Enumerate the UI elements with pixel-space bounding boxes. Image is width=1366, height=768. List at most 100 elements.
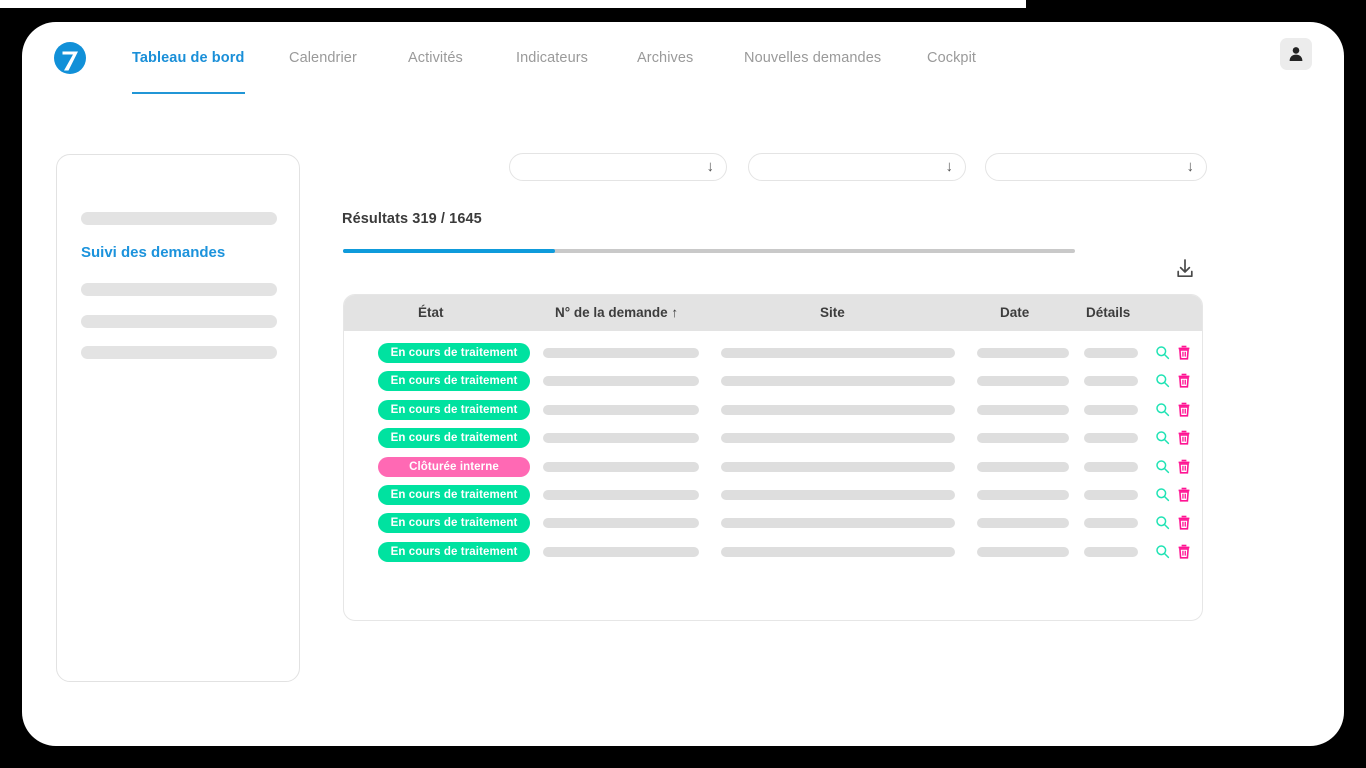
table-row[interactable]: En cours de traitement bbox=[344, 426, 1202, 454]
row-delete-button[interactable] bbox=[1177, 515, 1191, 530]
search-icon bbox=[1156, 545, 1170, 558]
status-badge[interactable]: En cours de traitement bbox=[378, 371, 530, 392]
row-delete-button[interactable] bbox=[1177, 459, 1191, 474]
trash-icon bbox=[1178, 402, 1190, 417]
row-delete-button[interactable] bbox=[1177, 544, 1191, 559]
cell-placeholder-numero bbox=[543, 404, 699, 415]
trash-icon bbox=[1178, 374, 1190, 388]
row-search-button[interactable] bbox=[1155, 544, 1170, 559]
cell-placeholder-numero bbox=[543, 490, 699, 500]
table-header-etat[interactable]: État bbox=[418, 305, 444, 320]
row-search-button[interactable] bbox=[1155, 459, 1170, 474]
cell-placeholder-details bbox=[1084, 461, 1138, 472]
screen: Tableau de bord Calendrier Activités Indica… bbox=[0, 0, 1366, 768]
filter-dropdown-2[interactable]: ↓ bbox=[748, 153, 966, 181]
status-badge[interactable]: En cours de traitement bbox=[378, 513, 530, 534]
results-progress-fill bbox=[343, 249, 556, 253]
trash-icon bbox=[1178, 459, 1190, 474]
cell-placeholder-date bbox=[977, 518, 1069, 529]
status-badge[interactable]: Clôturée interne bbox=[378, 456, 530, 477]
filter-dropdown-3[interactable]: ↓ bbox=[985, 153, 1207, 181]
table-header-date[interactable]: Date bbox=[1000, 305, 1029, 320]
user-avatar-button[interactable] bbox=[1280, 38, 1312, 70]
top-navigation: Tableau de bord Calendrier Activités Indica… bbox=[22, 22, 1344, 94]
status-badge[interactable]: En cours de traitement bbox=[378, 399, 530, 420]
cell-placeholder-details bbox=[1084, 433, 1138, 444]
cell-placeholder-numero bbox=[543, 518, 699, 529]
trash-icon bbox=[1178, 345, 1190, 360]
table-header-numero[interactable]: N° de la demande ↑ bbox=[555, 305, 678, 320]
status-badge[interactable]: En cours de traitement bbox=[378, 343, 530, 363]
search-icon bbox=[1156, 346, 1170, 360]
seven-logo-icon[interactable] bbox=[50, 37, 90, 77]
cell-placeholder-date bbox=[977, 376, 1069, 387]
row-delete-button[interactable] bbox=[1177, 402, 1191, 417]
cell-placeholder-numero bbox=[543, 546, 699, 557]
cell-placeholder-details bbox=[1084, 348, 1138, 358]
nav-item-indicateurs[interactable]: Indicateurs bbox=[516, 50, 588, 66]
arrow-down-icon: ↓ bbox=[945, 158, 954, 175]
sidebar-placeholder-item[interactable] bbox=[81, 346, 277, 359]
search-icon bbox=[1156, 516, 1170, 530]
nav-item-calendrier[interactable]: Calendrier bbox=[289, 50, 357, 66]
cell-placeholder-numero bbox=[543, 376, 699, 387]
search-icon bbox=[1156, 374, 1170, 388]
sidebar-item-suivi-des-demandes[interactable]: Suivi des demandes bbox=[81, 244, 225, 261]
nav-item-tableau-de-bord[interactable]: Tableau de bord bbox=[132, 50, 244, 66]
table-header-site[interactable]: Site bbox=[820, 305, 845, 320]
row-search-button[interactable] bbox=[1155, 487, 1170, 502]
cell-placeholder-site bbox=[721, 518, 955, 529]
cell-placeholder-site bbox=[721, 404, 955, 415]
nav-item-cockpit[interactable]: Cockpit bbox=[927, 50, 976, 66]
active-tab-underline bbox=[132, 92, 245, 94]
row-search-button[interactable] bbox=[1155, 515, 1170, 530]
cell-placeholder-date bbox=[977, 461, 1069, 472]
table-row[interactable]: En cours de traitement bbox=[344, 341, 1202, 369]
nav-item-archives[interactable]: Archives bbox=[637, 50, 693, 66]
row-search-button[interactable] bbox=[1155, 430, 1170, 445]
row-delete-button[interactable] bbox=[1177, 430, 1191, 445]
row-delete-button[interactable] bbox=[1177, 345, 1191, 360]
cell-placeholder-details bbox=[1084, 404, 1138, 415]
row-search-button[interactable] bbox=[1155, 373, 1170, 388]
table-header-details[interactable]: Détails bbox=[1086, 305, 1130, 320]
row-delete-button[interactable] bbox=[1177, 373, 1191, 388]
sidebar-placeholder-item[interactable] bbox=[81, 283, 277, 296]
table-row[interactable]: En cours de traitement bbox=[344, 398, 1202, 426]
filter-dropdown-1[interactable]: ↓ bbox=[509, 153, 727, 181]
search-icon bbox=[1156, 459, 1170, 473]
download-button[interactable] bbox=[1172, 256, 1198, 282]
results-table: État N° de la demande ↑ Site Date Détails En… bbox=[343, 294, 1203, 621]
sidebar-placeholder-item[interactable] bbox=[81, 212, 277, 225]
nav-item-nouvelles-demandes[interactable]: Nouvelles demandes bbox=[744, 50, 881, 66]
cell-placeholder-date bbox=[977, 546, 1069, 557]
status-badge[interactable]: En cours de traitement bbox=[378, 541, 530, 562]
table-row[interactable]: En cours de traitement bbox=[344, 511, 1202, 539]
nav-item-activit-s[interactable]: Activités bbox=[408, 50, 463, 66]
trash-icon bbox=[1178, 487, 1190, 502]
results-count-label: Résultats 319 / 1645 bbox=[342, 211, 482, 227]
cell-placeholder-site bbox=[721, 348, 955, 358]
table-header-row: État N° de la demande ↑ Site Date Détails bbox=[344, 295, 1202, 331]
row-search-button[interactable] bbox=[1155, 402, 1170, 417]
cell-placeholder-details bbox=[1084, 546, 1138, 557]
status-badge[interactable]: En cours de traitement bbox=[378, 428, 530, 449]
arrow-down-icon: ↓ bbox=[706, 158, 715, 175]
top-strip bbox=[0, 0, 1026, 8]
cell-placeholder-site bbox=[721, 546, 955, 557]
table-row[interactable]: En cours de traitement bbox=[344, 369, 1202, 397]
table-row[interactable]: Clôturée interne bbox=[344, 455, 1202, 483]
sidebar-placeholder-item[interactable] bbox=[81, 315, 277, 328]
row-delete-button[interactable] bbox=[1177, 487, 1191, 502]
app-window: Tableau de bord Calendrier Activités Indica… bbox=[22, 22, 1344, 746]
arrow-down-icon: ↓ bbox=[1186, 158, 1195, 175]
status-badge[interactable]: En cours de traitement bbox=[378, 485, 530, 505]
cell-placeholder-date bbox=[977, 433, 1069, 444]
cell-placeholder-numero bbox=[543, 348, 699, 358]
cell-placeholder-site bbox=[721, 376, 955, 387]
cell-placeholder-date bbox=[977, 348, 1069, 358]
cell-placeholder-site bbox=[721, 433, 955, 444]
table-row[interactable]: En cours de traitement bbox=[344, 540, 1202, 568]
table-row[interactable]: En cours de traitement bbox=[344, 483, 1202, 511]
row-search-button[interactable] bbox=[1155, 345, 1170, 360]
